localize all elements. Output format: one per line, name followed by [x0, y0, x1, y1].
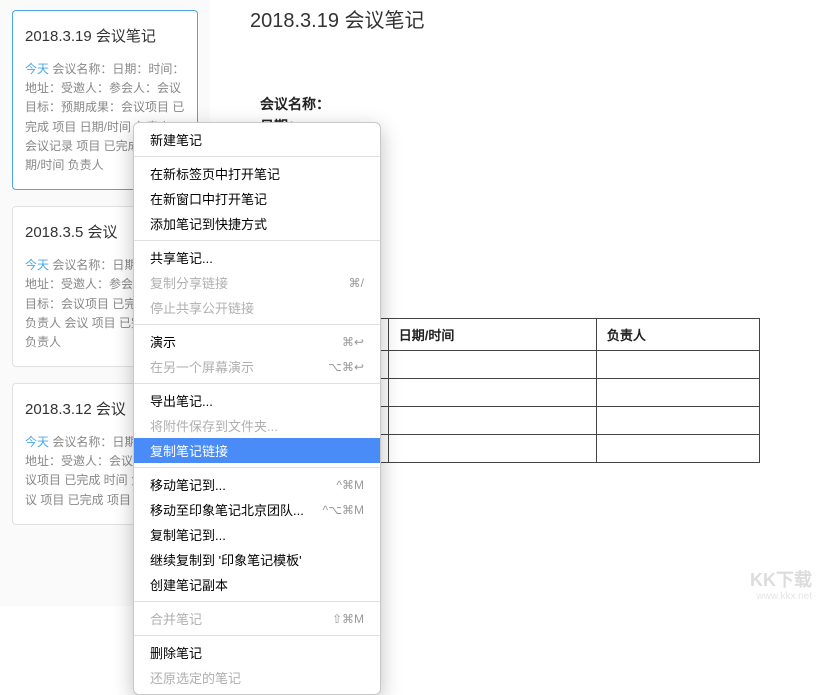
note-title: 2018.3.19 会议笔记 [25, 25, 185, 46]
menu-separator [134, 601, 380, 602]
menu-item-label: 复制分享链接 [150, 273, 228, 292]
menu-item-label: 继续复制到 '印象笔记模板' [150, 550, 302, 569]
menu-item: 复制分享链接 ⌘/ [134, 270, 380, 295]
table-header: 负责人 [596, 318, 759, 350]
watermark: KK下载 www.kkx.net [750, 571, 812, 602]
menu-item-label: 将附件保存到文件夹... [150, 416, 278, 435]
menu-item-label: 导出笔记... [150, 391, 213, 410]
menu-item-label: 新建笔记 [150, 130, 202, 149]
menu-item[interactable]: 移动至印象笔记北京团队... ^⌥⌘M [134, 497, 380, 522]
menu-item-label: 演示 [150, 332, 176, 351]
menu-item-label: 复制笔记到... [150, 525, 226, 544]
menu-item[interactable]: 移动笔记到... ^⌘M [134, 472, 380, 497]
menu-item-label: 在新窗口中打开笔记 [150, 189, 267, 208]
menu-separator [134, 467, 380, 468]
menu-separator [134, 635, 380, 636]
today-label: 今天 [25, 62, 52, 76]
menu-item[interactable]: 演示 ⌘↩ [134, 329, 380, 354]
document-title: 2018.3.19 会议笔记 [220, 0, 820, 43]
menu-item[interactable]: 导出笔记... [134, 388, 380, 413]
context-menu[interactable]: 新建笔记在新标签页中打开笔记在新窗口中打开笔记添加笔记到快捷方式共享笔记... 复… [133, 122, 381, 695]
menu-item[interactable]: 新建笔记 [134, 127, 380, 152]
menu-item[interactable]: 删除笔记 [134, 640, 380, 665]
menu-item-label: 合并笔记 [150, 609, 202, 628]
today-label: 今天 [25, 258, 52, 272]
menu-item-label: 创建笔记副本 [150, 575, 228, 594]
menu-item-label: 移动至印象笔记北京团队... [150, 500, 304, 519]
menu-shortcut: ^⌘M [336, 478, 364, 492]
menu-item[interactable]: 复制笔记链接 [134, 438, 380, 463]
menu-separator [134, 156, 380, 157]
menu-item[interactable]: 添加笔记到快捷方式 [134, 211, 380, 236]
today-label: 今天 [25, 435, 52, 449]
menu-shortcut: ⌥⌘↩ [328, 360, 364, 374]
menu-item: 将附件保存到文件夹... [134, 413, 380, 438]
menu-item[interactable]: 继续复制到 '印象笔记模板' [134, 547, 380, 572]
menu-shortcut: ^⌥⌘M [323, 503, 364, 517]
menu-item[interactable]: 复制笔记到... [134, 522, 380, 547]
menu-item-label: 复制笔记链接 [150, 441, 228, 460]
menu-separator [134, 240, 380, 241]
menu-separator [134, 383, 380, 384]
menu-item[interactable]: 在新窗口中打开笔记 [134, 186, 380, 211]
menu-item-label: 共享笔记... [150, 248, 213, 267]
menu-item-label: 移动笔记到... [150, 475, 226, 494]
menu-item-label: 还原选定的笔记 [150, 668, 241, 687]
menu-item-label: 添加笔记到快捷方式 [150, 214, 267, 233]
menu-shortcut: ⌘↩ [342, 335, 364, 349]
menu-item: 还原选定的笔记 [134, 665, 380, 690]
menu-item: 在另一个屏幕演示 ⌥⌘↩ [134, 354, 380, 379]
menu-item-label: 在另一个屏幕演示 [150, 357, 254, 376]
menu-item-label: 在新标签页中打开笔记 [150, 164, 280, 183]
menu-item[interactable]: 在新标签页中打开笔记 [134, 161, 380, 186]
menu-item-label: 删除笔记 [150, 643, 202, 662]
menu-separator [134, 324, 380, 325]
table-header: 日期/时间 [388, 318, 596, 350]
menu-shortcut: ⇧⌘M [332, 612, 364, 626]
menu-item[interactable]: 共享笔记... [134, 245, 380, 270]
menu-item: 停止共享公开链接 [134, 295, 380, 320]
menu-shortcut: ⌘/ [349, 276, 364, 290]
menu-item[interactable]: 创建笔记副本 [134, 572, 380, 597]
menu-item: 合并笔记 ⇧⌘M [134, 606, 380, 631]
meeting-name-label: 会议名称： [260, 93, 790, 115]
menu-item-label: 停止共享公开链接 [150, 298, 254, 317]
